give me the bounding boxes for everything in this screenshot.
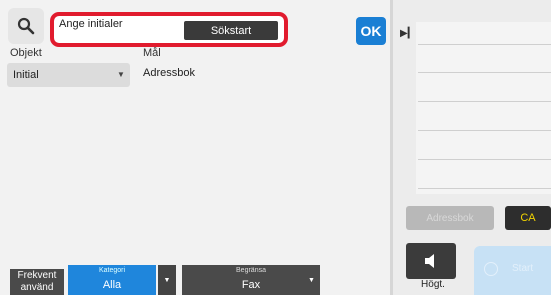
category-button[interactable]: Kategori Alla — [68, 265, 156, 295]
initials-input-label: Ange initialer — [59, 18, 123, 30]
expand-panel-icon[interactable]: ▶▎ — [400, 28, 415, 39]
start-icon — [484, 262, 498, 276]
dropdown-arrow-icon: ▼ — [117, 70, 125, 79]
column-header-objekt: Objekt — [10, 47, 42, 59]
column-header-mal: Mål — [143, 47, 161, 59]
limit-button[interactable]: Begränsa Fax ▼ — [182, 265, 320, 295]
dropdown-arrow-icon: ▼ — [308, 277, 315, 284]
list-divider — [418, 188, 551, 189]
list-divider — [418, 101, 551, 102]
speaker-button[interactable] — [406, 243, 456, 279]
category-dropdown-button[interactable]: ▼ — [158, 265, 176, 295]
speaker-icon — [425, 254, 434, 268]
objekt-select-value: Initial — [13, 69, 39, 81]
category-label: Kategori — [98, 267, 126, 274]
mal-value: Adressbok — [143, 67, 195, 79]
search-button[interactable] — [8, 8, 44, 44]
ok-button[interactable]: OK — [356, 17, 386, 45]
search-icon — [17, 17, 35, 35]
limit-value: Fax — [241, 279, 261, 291]
address-book-button: Adressbok — [406, 206, 494, 230]
list-divider — [418, 159, 551, 160]
start-label: Start — [512, 263, 534, 274]
dropdown-arrow-icon: ▼ — [163, 276, 171, 284]
list-divider — [418, 72, 551, 73]
initials-search-box[interactable]: Ange initialer Sökstart — [50, 12, 288, 47]
frequent-use-button[interactable]: Frekvent använd — [10, 269, 64, 295]
clear-all-button[interactable]: CA — [505, 206, 551, 230]
search-start-button[interactable]: Sökstart — [184, 21, 278, 40]
list-divider — [418, 44, 551, 45]
limit-label: Begränsa — [236, 267, 266, 274]
destination-list[interactable] — [416, 22, 551, 194]
speaker-label: Högt. — [421, 279, 445, 290]
objekt-select[interactable]: Initial ▼ — [7, 63, 130, 87]
start-button: Start — [474, 246, 551, 295]
list-divider — [418, 130, 551, 131]
category-value: Alla — [102, 279, 122, 291]
